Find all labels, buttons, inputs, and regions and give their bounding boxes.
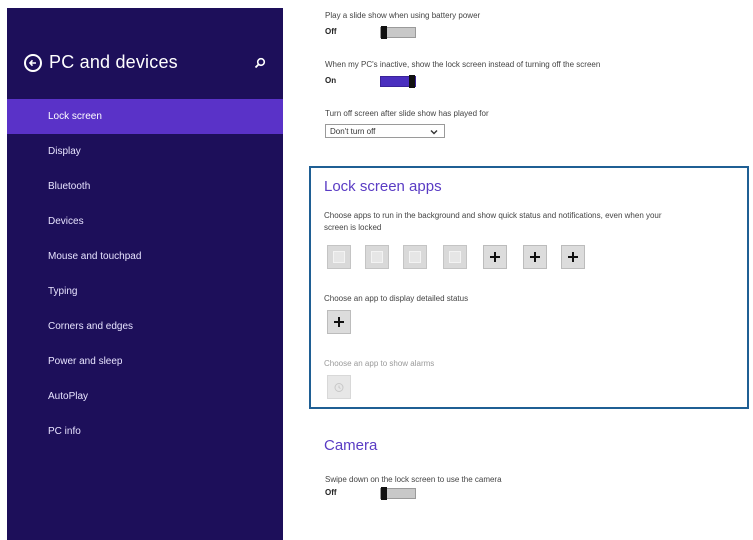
- battery-slideshow-toggle[interactable]: [380, 26, 416, 39]
- alarm-app-slot[interactable]: [327, 375, 351, 399]
- screen-off-value: Don't turn off: [330, 127, 376, 136]
- add-lock-app-button-2[interactable]: [523, 245, 547, 269]
- sidebar: PC and devices Lock screen Display Bluet…: [7, 8, 283, 540]
- inactive-lock-toggle[interactable]: [380, 75, 416, 88]
- back-arrow-glyph: [28, 59, 36, 67]
- plus-icon: [568, 252, 578, 262]
- app-placeholder-icon: [371, 251, 383, 263]
- inactive-lock-label: When my PC's inactive, show the lock scr…: [325, 60, 601, 69]
- battery-slideshow-state: Off: [325, 27, 337, 36]
- lock-apps-title: Lock screen apps: [324, 178, 442, 195]
- sidebar-item-label: Corners and edges: [48, 321, 134, 332]
- battery-slideshow-label: Play a slide show when using battery pow…: [325, 11, 481, 20]
- sidebar-header: PC and devices: [7, 48, 283, 82]
- screen-off-label: Turn off screen after slide show has pla…: [325, 109, 489, 118]
- lock-app-slot-2[interactable]: [365, 245, 389, 269]
- lock-app-slot-1[interactable]: [327, 245, 351, 269]
- screen-off-select[interactable]: Don't turn off: [325, 124, 445, 138]
- sidebar-item-corners-edges[interactable]: Corners and edges: [7, 309, 283, 344]
- lock-apps-description-2: screen is locked: [324, 223, 382, 232]
- sidebar-item-mouse-touchpad[interactable]: Mouse and touchpad: [7, 239, 283, 274]
- sidebar-item-bluetooth[interactable]: Bluetooth: [7, 169, 283, 204]
- sidebar-item-label: Typing: [48, 286, 78, 297]
- sidebar-item-label: Mouse and touchpad: [48, 251, 142, 262]
- plus-icon: [334, 317, 344, 327]
- sidebar-item-label: PC info: [48, 426, 81, 437]
- lock-screen-apps-section: [309, 166, 749, 409]
- plus-icon: [490, 252, 500, 262]
- sidebar-item-typing[interactable]: Typing: [7, 274, 283, 309]
- sidebar-item-label: Display: [48, 146, 81, 157]
- sidebar-title: PC and devices: [49, 52, 178, 72]
- sidebar-item-pc-info[interactable]: PC info: [7, 414, 283, 449]
- chevron-down-icon: [430, 130, 438, 135]
- app-placeholder-icon: [449, 251, 461, 263]
- alarm-clock-icon: [334, 383, 344, 392]
- detailed-status-label: Choose an app to display detailed status: [324, 294, 469, 303]
- sidebar-item-devices[interactable]: Devices: [7, 204, 283, 239]
- camera-swipe-state: Off: [325, 488, 337, 497]
- sidebar-item-label: Devices: [48, 216, 84, 227]
- settings-window: PC and devices Lock screen Display Bluet…: [0, 0, 753, 540]
- toggle-thumb: [381, 487, 387, 500]
- back-arrow-icon[interactable]: [24, 54, 42, 72]
- toggle-thumb: [381, 26, 387, 39]
- sidebar-item-display[interactable]: Display: [7, 134, 283, 169]
- camera-swipe-label: Swipe down on the lock screen to use the…: [325, 475, 502, 484]
- toggle-thumb: [409, 75, 415, 88]
- inactive-lock-state: On: [325, 76, 337, 85]
- sidebar-item-label: AutoPlay: [48, 391, 89, 402]
- lock-app-slot-4[interactable]: [443, 245, 467, 269]
- add-lock-app-button-3[interactable]: [561, 245, 585, 269]
- lock-apps-description-1: Choose apps to run in the background and…: [324, 211, 662, 220]
- camera-swipe-toggle[interactable]: [380, 487, 416, 500]
- sidebar-item-lock-screen[interactable]: Lock screen: [7, 99, 283, 134]
- add-lock-app-button-1[interactable]: [483, 245, 507, 269]
- plus-icon: [530, 252, 540, 262]
- sidebar-item-label: Lock screen: [48, 111, 102, 122]
- sidebar-item-label: Power and sleep: [48, 356, 123, 367]
- sidebar-item-autoplay[interactable]: AutoPlay: [7, 379, 283, 414]
- camera-title: Camera: [324, 437, 378, 454]
- lock-app-slot-3[interactable]: [403, 245, 427, 269]
- add-detailed-status-app-button[interactable]: [327, 310, 351, 334]
- app-placeholder-icon: [333, 251, 345, 263]
- sidebar-item-power-sleep[interactable]: Power and sleep: [7, 344, 283, 379]
- alarm-app-label: Choose an app to show alarms: [324, 359, 435, 368]
- app-placeholder-icon: [409, 251, 421, 263]
- sidebar-item-label: Bluetooth: [48, 181, 91, 192]
- search-icon[interactable]: [254, 57, 266, 69]
- sidebar-nav: Lock screen Display Bluetooth Devices Mo…: [7, 99, 283, 449]
